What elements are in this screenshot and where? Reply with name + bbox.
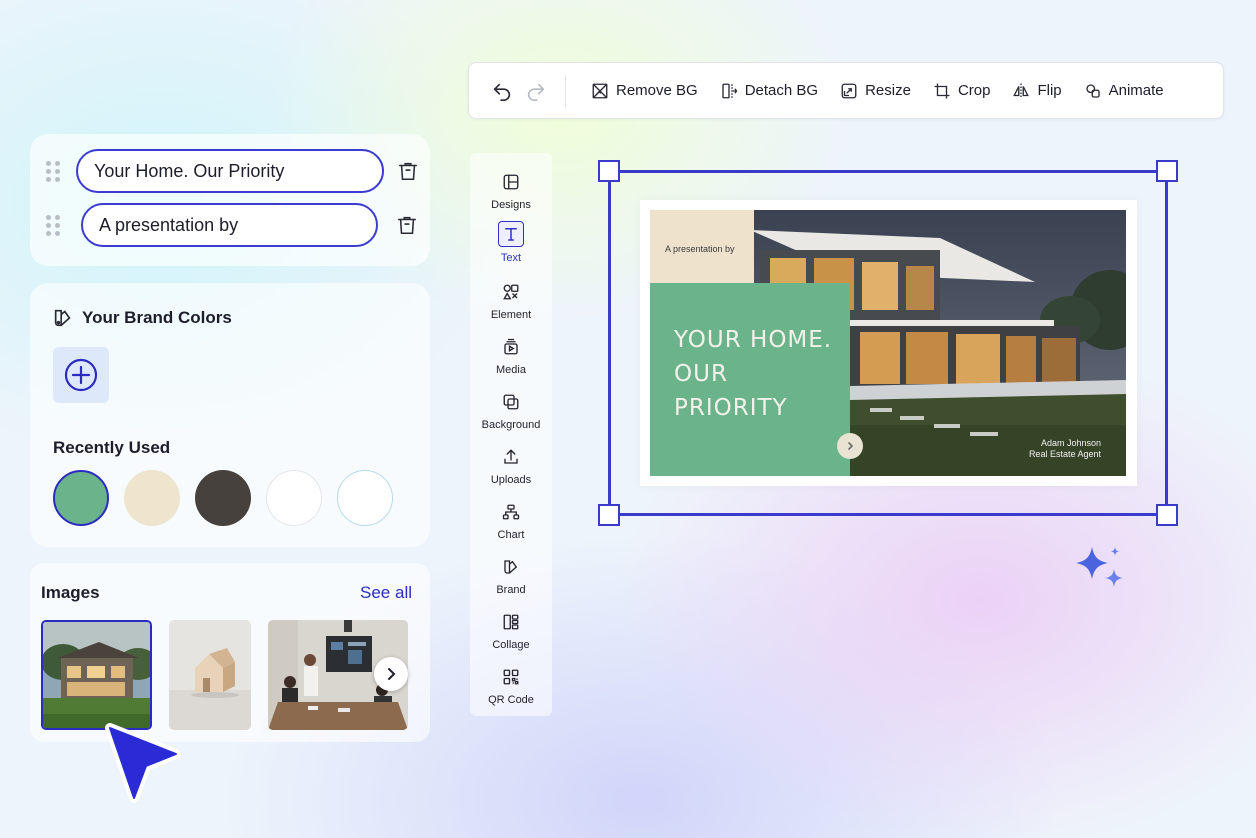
detach-bg-label: Detach BG [744, 82, 819, 99]
brand-colors-heading: Your Brand Colors [52, 307, 232, 329]
subtitle-text-input[interactable] [81, 203, 378, 247]
rail-item-label: QR Code [488, 694, 534, 706]
undo-button[interactable] [485, 74, 519, 108]
crop-icon [934, 83, 950, 98]
tools-sidebar: Designs Text Element Media Background Up… [470, 153, 552, 716]
image-thumbnail-model-house[interactable] [169, 620, 251, 730]
images-panel: Images See all [30, 563, 430, 742]
undo-icon [493, 83, 511, 101]
trash-icon [398, 162, 418, 181]
rail-item-label: Element [490, 309, 532, 321]
color-swatch[interactable] [124, 470, 180, 526]
brand-colors-panel: Your Brand Colors Recently Used [30, 283, 430, 547]
resize-handle-top-right[interactable] [1156, 160, 1178, 182]
rail-item-label: Brand [496, 584, 526, 596]
selection-frame [598, 160, 1178, 526]
color-swatch[interactable] [195, 470, 251, 526]
rail-item-label: Uploads [490, 474, 532, 486]
rail-item-label: Background [481, 419, 541, 431]
toolbar-divider [565, 74, 566, 107]
image-thumbnail-house[interactable] [41, 620, 152, 730]
flip-button[interactable]: Flip [1001, 74, 1072, 108]
model-house-photo [169, 620, 251, 730]
text-icon [505, 228, 517, 241]
drag-handle-icon[interactable] [46, 160, 62, 182]
rail-item-designs[interactable]: Designs [470, 170, 552, 220]
rail-item-label: Media [496, 364, 526, 376]
house-photo [43, 622, 150, 728]
rail-item-label: Collage [492, 639, 530, 651]
remove-bg-button[interactable]: Remove BG [580, 74, 709, 108]
recently-used-heading: Recently Used [53, 438, 171, 457]
resize-handle-bottom-right[interactable] [1156, 504, 1178, 526]
background-icon [503, 394, 519, 410]
resize-button[interactable]: Resize [829, 74, 922, 108]
flip-icon [1013, 83, 1030, 98]
rail-item-label: Text [500, 252, 522, 264]
text-field-row [30, 203, 419, 247]
chevron-right-icon [388, 668, 396, 680]
collage-icon [503, 614, 519, 630]
detach-bg-button[interactable]: Detach BG [709, 74, 829, 108]
drag-handle-icon[interactable] [46, 214, 62, 236]
rail-item-qr-code[interactable]: QR Code [470, 665, 552, 715]
redo-icon [527, 83, 545, 101]
resize-handle-top-left[interactable] [598, 160, 620, 182]
see-all-link[interactable]: See all [360, 583, 412, 603]
crop-label: Crop [957, 82, 991, 99]
animate-label: Animate [1108, 82, 1164, 99]
rail-item-brand[interactable]: Brand [470, 555, 552, 605]
delete-headline-button[interactable] [396, 159, 420, 183]
text-field-row [30, 149, 420, 193]
rail-item-media[interactable]: Media [470, 335, 552, 385]
rail-item-uploads[interactable]: Uploads [470, 445, 552, 495]
media-icon [504, 338, 518, 355]
color-swatch[interactable] [53, 470, 109, 526]
resize-label: Resize [865, 82, 911, 99]
remove-bg-label: Remove BG [616, 82, 698, 99]
brand-icon [504, 560, 518, 574]
headline-text-input[interactable] [76, 149, 384, 193]
qr-code-icon [503, 669, 519, 685]
sparkle-icon [1076, 547, 1123, 587]
trash-icon [397, 216, 417, 235]
resize-icon [841, 83, 857, 98]
delete-subtitle-button[interactable] [395, 213, 419, 237]
rail-item-element[interactable]: Element [470, 280, 552, 330]
rail-item-text[interactable]: Text [470, 221, 552, 271]
images-heading: Images [41, 583, 100, 602]
text-fields-panel [30, 134, 430, 266]
animate-button[interactable]: Animate [1073, 74, 1175, 108]
color-swatch[interactable] [337, 470, 393, 526]
redo-button[interactable] [519, 74, 553, 108]
rail-item-label: Designs [491, 199, 531, 211]
color-swatch[interactable] [266, 470, 322, 526]
animate-icon [1085, 83, 1100, 98]
designs-icon [503, 174, 519, 190]
plus-circle-icon [64, 358, 98, 392]
rail-item-background[interactable]: Background [470, 390, 552, 440]
rail-item-chart[interactable]: Chart [470, 500, 552, 550]
flip-label: Flip [1037, 82, 1062, 99]
upload-icon [504, 449, 518, 464]
rail-item-label: Chart [497, 529, 525, 541]
add-brand-color-button[interactable] [53, 347, 109, 403]
image-toolbar: Remove BG Detach BG Resize Crop Flip Ani… [468, 62, 1224, 119]
resize-handle-bottom-left[interactable] [598, 504, 620, 526]
brand-icon [54, 309, 71, 327]
remove-bg-icon [592, 83, 608, 98]
rail-item-collage[interactable]: Collage [470, 610, 552, 660]
chart-icon [502, 504, 520, 520]
element-icon [503, 284, 519, 300]
images-next-button[interactable] [374, 657, 408, 691]
brand-colors-title: Your Brand Colors [82, 308, 232, 327]
crop-button[interactable]: Crop [922, 74, 1002, 108]
mouse-cursor-icon [105, 723, 181, 803]
detach-bg-icon [722, 83, 738, 98]
